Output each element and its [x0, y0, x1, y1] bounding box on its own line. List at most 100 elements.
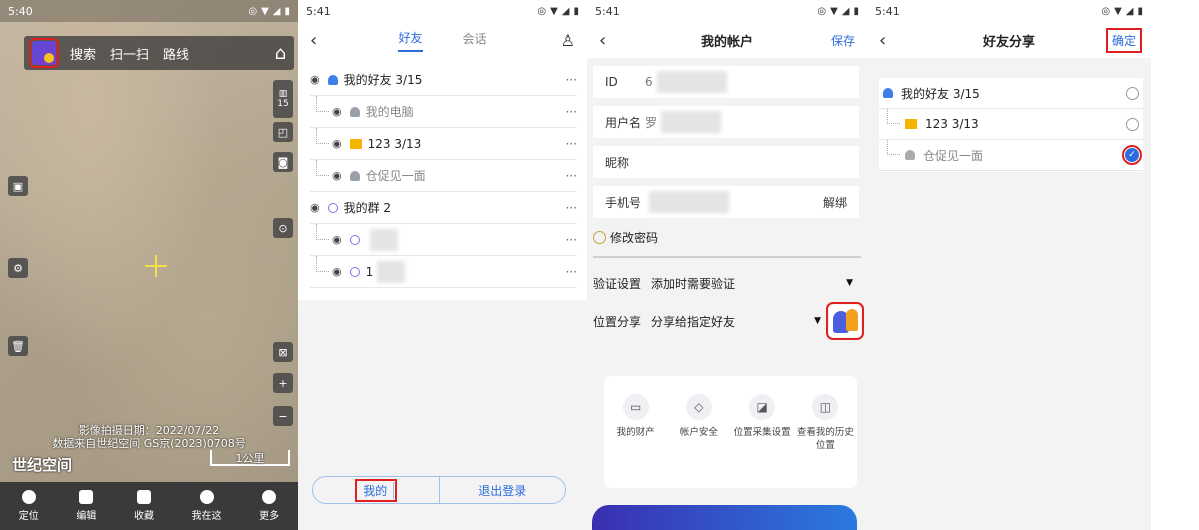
more-icon[interactable]: ···	[566, 201, 577, 215]
nav-label: 收藏	[133, 511, 154, 522]
nav-more[interactable]: 更多	[259, 490, 279, 522]
item-label: 查看我的历史位置	[796, 427, 854, 451]
3d-button[interactable]: ▣	[8, 176, 28, 196]
tree-row[interactable]: ◉ 我的好友 3/15 ···	[310, 64, 577, 96]
wallet-icon: ▭	[622, 394, 649, 420]
user-icon	[349, 170, 360, 181]
eye-icon[interactable]: ◉	[332, 169, 342, 182]
user-avatar-button[interactable]	[29, 38, 59, 68]
more-icon[interactable]: ···	[566, 105, 577, 119]
status-time: 5:41	[595, 4, 620, 18]
status-time: 5:41	[875, 4, 900, 18]
locate-target-button[interactable]: ⊙	[273, 218, 293, 238]
share-row[interactable]: 我的好友 3/15	[879, 78, 1143, 109]
change-password-row[interactable]: 修改密码	[593, 218, 861, 258]
save-button[interactable]: 保存	[831, 32, 855, 49]
username-field[interactable]: 用户名罗	[593, 106, 859, 138]
imagery-date: 影像拍摄日期：2022/07/22	[78, 424, 220, 437]
radio-icon[interactable]	[593, 230, 606, 244]
more-icon[interactable]: ···	[566, 233, 577, 247]
route-button[interactable]: 路线	[163, 44, 189, 63]
home-icon[interactable]: ⌂	[275, 43, 286, 64]
unchecked-radio-icon[interactable]	[1126, 117, 1139, 131]
zoom-in-button[interactable]: +	[273, 373, 293, 393]
more-icon[interactable]: ···	[566, 265, 577, 279]
group-icon	[349, 266, 360, 277]
redacted-phone	[649, 191, 729, 213]
logout-button[interactable]	[592, 505, 857, 530]
tab-friends[interactable]: 好友	[398, 29, 423, 52]
brand-logo: 世纪空间	[12, 456, 73, 474]
nav-edit[interactable]: 编辑	[76, 490, 96, 522]
eye-icon[interactable]: ◉	[332, 265, 342, 278]
nav-label: 更多	[259, 511, 280, 522]
eye-icon[interactable]: ◉	[310, 73, 320, 86]
search-button[interactable]: 搜索	[70, 44, 96, 63]
nickname-field[interactable]: 昵称	[593, 146, 859, 178]
more-icon[interactable]: ···	[566, 137, 577, 151]
dropdown-arrow-icon: ▼	[846, 278, 853, 288]
nav-here[interactable]: 我在这	[192, 490, 222, 522]
top-bar: ‹ 我的帐户 保存	[587, 22, 867, 58]
verify-setting[interactable]: 验证设置 添加时需要验证 ▼	[593, 264, 861, 302]
tree-row[interactable]: ◉ ···	[310, 224, 577, 256]
location-status-icon: ◎	[817, 5, 827, 17]
eye-icon[interactable]: ◉	[332, 105, 342, 118]
camera-button[interactable]: ◙	[273, 152, 293, 172]
phone-field[interactable]: 手机号 解绑	[593, 186, 859, 218]
logout-button[interactable]: 退出登录	[440, 477, 566, 503]
checked-icon[interactable]: ✓	[1122, 145, 1142, 165]
tree-row[interactable]: ◉ 我的电脑 ···	[310, 96, 577, 128]
location-label: 位置分享	[593, 314, 642, 329]
share-row[interactable]: 仓促见一面 ✓	[879, 140, 1143, 171]
row-label: 仓促见一面	[365, 169, 426, 183]
back-icon[interactable]: ‹	[310, 30, 334, 51]
eye-icon[interactable]: ◉	[332, 233, 342, 246]
delete-button[interactable]: 🗑	[8, 336, 28, 356]
confirm-button[interactable]: 确定	[1105, 27, 1143, 53]
username-label: 用户名	[605, 115, 642, 130]
more-icon[interactable]: ···	[566, 169, 577, 183]
status-icons: ◎ ▼ ◢ ▮	[1101, 6, 1143, 17]
status-bar: 5:41 ◎ ▼ ◢ ▮	[587, 0, 867, 22]
redacted-name	[369, 228, 398, 251]
tree-row[interactable]: ◉ 1 ···	[310, 256, 577, 288]
measure-button[interactable]: ⊠	[273, 342, 293, 362]
account-security-item[interactable]: ◇ 帐户安全	[670, 394, 728, 488]
choose-friends-icon[interactable]	[826, 302, 864, 340]
scan-button[interactable]: 扫一扫	[110, 44, 149, 63]
my-assets-item[interactable]: ▭ 我的财产	[607, 394, 665, 488]
more-icon	[262, 490, 277, 504]
unbind-button[interactable]: 解绑	[823, 194, 847, 211]
me-button[interactable]: 我的	[313, 477, 440, 503]
tree-row[interactable]: ◉ 123 3/13 ···	[310, 128, 577, 160]
unchecked-radio-icon[interactable]	[1126, 86, 1139, 100]
row-label: 仓促见一面	[923, 148, 984, 163]
eye-icon[interactable]: ◉	[310, 201, 320, 214]
nav-favorites[interactable]: 收藏	[134, 490, 154, 522]
user-icon	[905, 150, 915, 160]
row-label: 我的群 2	[343, 201, 392, 215]
location-share-setting[interactable]: 位置分享 分享给指定好友 ▼	[593, 302, 864, 340]
compass-button[interactable]: ◰	[273, 122, 293, 142]
change-password-label: 修改密码	[610, 230, 659, 245]
tree-row[interactable]: ◉ 我的群 2 ···	[310, 192, 577, 224]
signal-icon: ◢	[561, 5, 570, 17]
back-icon[interactable]: ‹	[599, 30, 623, 51]
layers-button[interactable]: ▥ 15	[273, 80, 293, 118]
back-icon[interactable]: ‹	[879, 30, 903, 51]
location-collect-item[interactable]: ◪ 位置采集设置	[733, 394, 791, 488]
map-book-icon: ▥	[278, 89, 288, 99]
more-icon[interactable]: ···	[566, 73, 577, 87]
eye-icon[interactable]: ◉	[332, 137, 342, 150]
share-row[interactable]: 123 3/13	[879, 109, 1143, 140]
settings-button[interactable]: ⚙	[8, 258, 28, 278]
nickname-label: 昵称	[605, 155, 630, 170]
zoom-out-button[interactable]: −	[273, 406, 293, 426]
tab-sessions[interactable]: 会话	[463, 30, 487, 51]
add-person-icon[interactable]: ♙	[561, 31, 575, 50]
signal-icon: ◢	[841, 5, 850, 17]
history-location-item[interactable]: ◫ 查看我的历史位置	[796, 394, 854, 488]
nav-locate[interactable]: 定位	[19, 490, 39, 522]
tree-row[interactable]: ◉ 仓促见一面 ···	[310, 160, 577, 192]
